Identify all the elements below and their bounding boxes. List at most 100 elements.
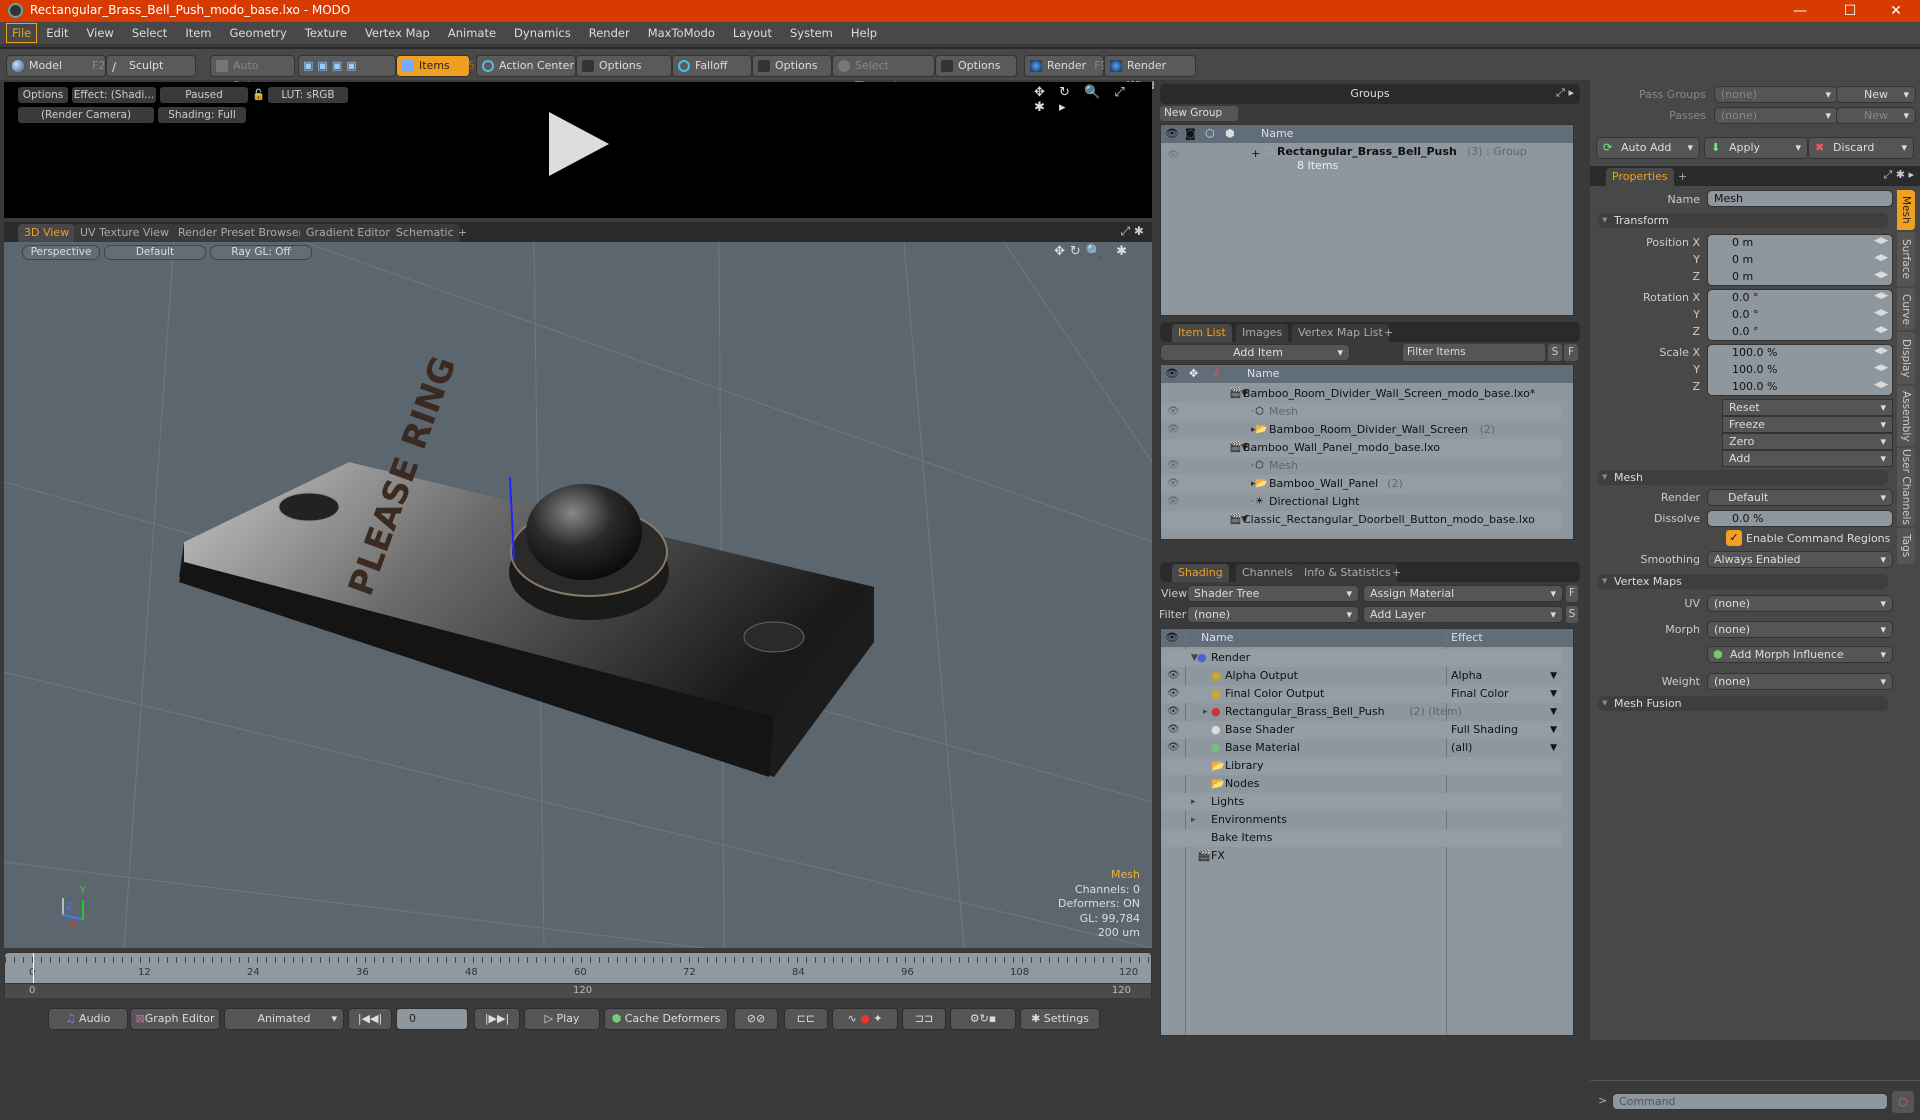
tab-shading[interactable]: Shading [1172,564,1229,582]
effect-dropdown[interactable]: (all) [1451,739,1472,757]
zero-dropdown[interactable]: Zero [1722,433,1893,450]
side-tab-user-channels[interactable]: User Channels [1897,448,1915,526]
record-macro-button[interactable]: ○ [1892,1091,1914,1113]
falloff-options-button[interactable]: Options [752,55,832,77]
menu-help[interactable]: Help [842,23,886,43]
raygl-toggle[interactable]: Ray GL: Off [210,245,312,260]
lut-dropdown[interactable]: LUT: sRGB [268,87,348,103]
morph-dropdown[interactable]: (none) [1707,621,1893,638]
add-tab-button[interactable]: + [1672,168,1693,186]
playhead[interactable] [33,953,34,983]
chevron-down-icon[interactable]: ▼ [1550,703,1557,721]
shader-tree-row[interactable]: 👁 ● Base Material (all) ▼ [1161,739,1561,757]
slider-arrows-icon[interactable]: ◀▶ [1874,236,1888,246]
select-through-button[interactable]: Select Through [832,55,935,92]
selection-mode-buttons[interactable]: ▣▣▣▣ [298,55,396,77]
action-center-button[interactable]: Action Center [476,55,576,77]
materials-mode-icon[interactable]: ▣ [346,59,360,72]
side-tab-assembly[interactable]: Assembly [1897,386,1915,446]
falloff-button[interactable]: Falloff [672,55,752,77]
viewport-nav-icons[interactable]: ✥↻🔍 ✱ [1054,244,1132,259]
transform-section[interactable]: Transform [1598,213,1888,228]
name-input[interactable]: Mesh [1707,190,1893,207]
vertex-maps-section[interactable]: Vertex Maps [1598,574,1888,589]
tab-3d-view[interactable]: 3D View [18,224,76,242]
visibility-toggle-icon[interactable]: 👁 [1167,475,1180,493]
shader-tree-row[interactable]: 📂 Nodes [1161,775,1561,793]
visibility-toggle-icon[interactable]: 👁 [1167,685,1180,703]
tab-schematic[interactable]: Schematic [390,224,460,242]
items-mode-button[interactable]: Items 5 [396,55,475,77]
menu-view[interactable]: View [78,23,123,43]
filter-items-input[interactable]: Filter Items [1403,344,1545,361]
effect-dropdown[interactable]: Final Color [1451,685,1509,703]
slider-arrows-icon[interactable]: ◀▶ [1874,363,1888,373]
shading-dropdown[interactable]: Shading: Full [158,107,246,123]
f-button[interactable]: F [1566,585,1578,602]
perspective-dropdown[interactable]: Perspective [22,245,100,260]
play-render-icon[interactable] [549,112,609,176]
group-row[interactable]: 👁 + ⬡ Rectangular_Brass_Bell_Push (3) : … [1161,145,1573,175]
rotation-x-input[interactable]: 0.0 ° [1732,291,1759,304]
visibility-toggle-icon[interactable]: 👁 [1167,703,1180,721]
uv-dropdown[interactable]: (none) [1707,595,1893,612]
item-list-row[interactable]: ▼ 🎬 Bamboo_Wall_Panel_modo_base.lxo [1161,439,1561,457]
render-window-button[interactable]: Render Window [1104,55,1196,92]
tree-branch-icon[interactable]: · [1251,493,1254,511]
tab-uv-texture-view[interactable]: UV Texture View [74,224,175,242]
new-pass-group-button[interactable]: New [1836,86,1916,103]
tab-images[interactable]: Images [1236,324,1289,342]
weight-dropdown[interactable]: (none) [1707,673,1893,690]
side-tab-mesh[interactable]: Mesh [1897,190,1915,230]
render-effect-dropdown[interactable]: Effect: (Shadi... [72,87,156,103]
side-tab-display[interactable]: Display [1897,332,1915,384]
pass-groups-dropdown[interactable]: (none) [1714,86,1838,103]
menu-select[interactable]: Select [123,23,176,43]
menu-item[interactable]: Item [176,23,220,43]
add-tab-button[interactable]: + [1378,324,1399,342]
visibility-toggle-icon[interactable]: 👁 [1167,421,1180,439]
position-x-input[interactable]: 0 m [1732,236,1753,249]
menu-edit[interactable]: Edit [37,23,77,43]
item-list-row[interactable]: 👁 ▸ 📂 Bamboo_Room_Divider_Wall_Screen (2) [1161,421,1561,439]
sculpt-mode-button[interactable]: ∕ Sculpt [106,55,196,77]
slider-arrows-icon[interactable]: ◀▶ [1874,346,1888,356]
s-button[interactable]: S [1566,606,1578,623]
expand-settings-icons[interactable]: ⤢ ✱ ▸ [1883,168,1914,182]
visibility-toggle-icon[interactable]: 👁 [1167,739,1180,757]
chevron-down-icon[interactable]: ▼ [1550,685,1557,703]
item-list-row[interactable]: 👁 · ☀ Directional Light [1161,493,1561,511]
menu-render[interactable]: Render [580,23,639,43]
visibility-toggle-icon[interactable]: 👁 [1167,667,1180,685]
chevron-down-icon[interactable]: ▼ [1550,667,1557,685]
go-end-icon[interactable]: ▶| [497,1012,509,1025]
menu-layout[interactable]: Layout [724,23,781,43]
timeline[interactable]: 0 12 24 36 48 60 72 84 96 108 120 0 120 120 [4,952,1152,998]
tab-vertex-map-list[interactable]: Vertex Map List [1292,324,1389,342]
tab-info-statistics[interactable]: Info & Statistics [1298,564,1397,582]
slider-arrows-icon[interactable]: ◀▶ [1874,308,1888,318]
graph-editor-button[interactable]: ⊠Graph Editor [130,1008,220,1030]
expand-icon[interactable]: + [1251,145,1260,163]
filter-dropdown[interactable]: (none) [1187,606,1359,623]
keyframe-nav-right-buttons[interactable]: ⊐⊐ [902,1008,946,1030]
scale-y-input[interactable]: 100.0 % [1732,363,1777,376]
mesh-fusion-section[interactable]: Mesh Fusion [1598,696,1888,711]
rotation-y-input[interactable]: 0.0 ° [1732,308,1759,321]
record-buttons[interactable]: ∿ ● ✦ [832,1008,898,1030]
command-input[interactable]: Command [1612,1093,1888,1110]
shader-tree-row[interactable]: 👁 ▣ Alpha Output Alpha ▼ [1161,667,1561,685]
slider-arrows-icon[interactable]: ◀▶ [1874,291,1888,301]
visibility-toggle-icon[interactable]: 👁 [1167,403,1180,421]
shader-tree-row[interactable]: Bake Items [1161,829,1561,847]
select-through-options-button[interactable]: Options [935,55,1017,77]
tab-properties[interactable]: Properties [1606,168,1674,186]
cache-deformers-button[interactable]: ⬢ Cache Deformers [604,1008,728,1030]
item-list-row[interactable]: 👁 · ⬡ Mesh [1161,457,1561,475]
side-tab-curve[interactable]: Curve [1897,288,1915,330]
audio-button[interactable]: ♫ Audio [48,1008,128,1030]
chevron-down-icon[interactable]: ▼ [1550,739,1557,757]
item-list-row[interactable]: ▼ 🎬 Bamboo_Room_Divider_Wall_Screen_modo_b… [1161,385,1561,403]
menu-geometry[interactable]: Geometry [221,23,296,43]
item-list-row[interactable]: ▼ 🎬 Classic_Rectangular_Doorbell_Button_mo… [1161,511,1561,529]
